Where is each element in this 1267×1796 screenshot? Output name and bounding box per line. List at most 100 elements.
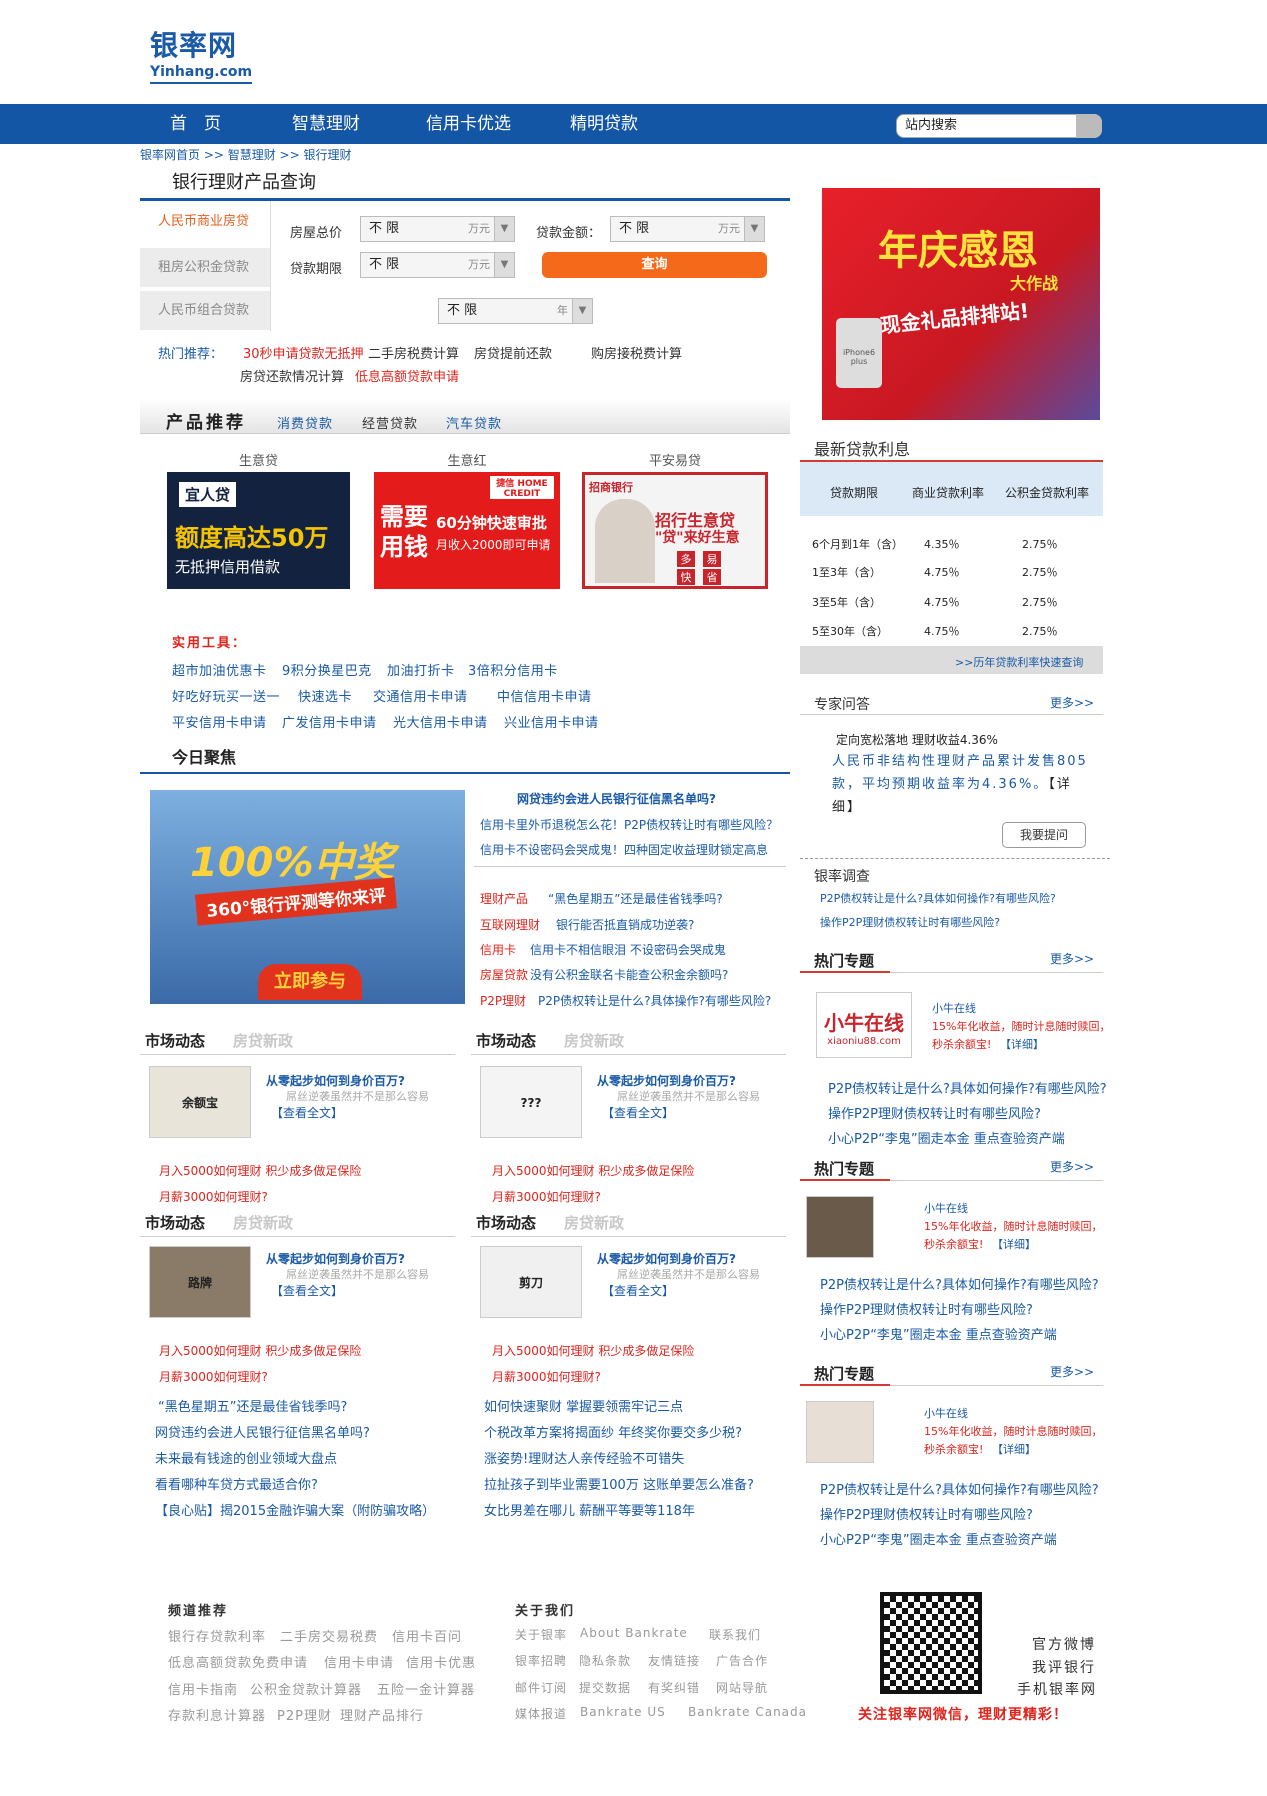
red-link[interactable]: 月薪3000如何理财? — [159, 1188, 268, 1205]
year-select[interactable]: 不 限 年 ▼ — [438, 298, 593, 324]
site-logo[interactable]: 银率网 Yinhang.com — [150, 24, 290, 84]
about-link[interactable]: 有奖纠错 — [648, 1679, 700, 1696]
red-link[interactable]: 月薪3000如何理财? — [492, 1188, 601, 1205]
category-link[interactable]: 信用卡不相信眼泪 不设密码会哭成鬼 — [530, 941, 726, 958]
survey-link[interactable]: P2P债权转让是什么?具体如何操作?有哪些风险? — [820, 890, 1056, 906]
promo-banner-100[interactable]: 100%中奖 360°银行评测等你来评 立即参与 — [150, 790, 465, 1004]
article-thumbnail[interactable]: ??? — [480, 1066, 582, 1138]
tool-link[interactable]: 3倍积分信用卡 — [468, 660, 558, 679]
news-link[interactable]: 信用卡里外币退税怎么花！P2P债权转让时有哪些风险？ — [480, 816, 778, 833]
channel-link[interactable]: 信用卡指南 — [168, 1679, 238, 1698]
nav-home[interactable]: 首 页 — [170, 104, 221, 144]
nav-credit-card[interactable]: 信用卡优选 — [426, 104, 511, 144]
topic-link[interactable]: 操作P2P理财债权转让时有哪些风险? — [820, 1299, 1033, 1318]
about-link[interactable]: 银率招聘 — [515, 1652, 567, 1669]
article-title[interactable]: 从零起步如何到身价百万? — [266, 1250, 405, 1267]
about-link[interactable]: 网站导航 — [716, 1679, 768, 1696]
channel-link[interactable]: 信用卡百问 — [392, 1626, 462, 1645]
topic-link[interactable]: P2P债权转让是什么?具体如何操作?有哪些风险? — [820, 1274, 1099, 1293]
loan-term-select[interactable]: 不 限 万元 ▼ — [360, 252, 515, 278]
house-total-select[interactable]: 不 限 万元 ▼ — [360, 216, 515, 242]
channel-link[interactable]: 信用卡申请 — [324, 1652, 394, 1671]
tab-mortgage-policy[interactable]: 房贷新政 — [233, 1212, 293, 1233]
about-link[interactable]: 友情链接 — [648, 1652, 700, 1669]
category-link[interactable]: 银行能否抵直销成功逆袭? — [556, 916, 694, 933]
headline-link[interactable]: 网贷违约会进人民银行征信黑名单吗? — [517, 790, 716, 807]
tool-link[interactable]: 快速选卡 — [298, 686, 352, 705]
channel-link[interactable]: 理财产品排行 — [340, 1705, 424, 1724]
nav-loans[interactable]: 精明贷款 — [570, 104, 638, 144]
nav-smart-finance[interactable]: 智慧理财 — [292, 104, 360, 144]
query-button[interactable]: 查询 — [542, 252, 767, 278]
tab-combined-loan[interactable]: 人民币组合贷款 — [140, 290, 270, 330]
bottom-link[interactable]: 如何快速聚财 掌握要领需牢记三点 — [484, 1396, 683, 1415]
category-tag[interactable]: 房屋贷款 — [480, 966, 528, 983]
product-banner-cmb[interactable]: 招商银行 招行生意贷 "贷"来好生意 多 易 快 省 — [582, 472, 768, 589]
topics-more-link[interactable]: 更多>> — [1050, 950, 1094, 967]
about-link[interactable]: Bankrate US — [580, 1705, 666, 1719]
category-link[interactable]: “黑色星期五”还是最佳省钱季吗? — [548, 890, 723, 907]
hot-link[interactable]: 房贷提前还款 — [474, 343, 552, 362]
topic-link[interactable]: P2P债权转让是什么?具体如何操作?有哪些风险? — [820, 1479, 1099, 1498]
bottom-link[interactable]: 涨姿势!理财达人亲传经验不可错失 — [484, 1448, 684, 1467]
article-thumbnail[interactable]: 路牌 — [149, 1246, 251, 1318]
red-link[interactable]: 月入5000如何理财 积少成多做足保险 — [159, 1342, 361, 1359]
article-more-link[interactable]: 【查看全文】 — [271, 1282, 343, 1299]
about-link[interactable]: 隐私条款 — [579, 1652, 631, 1669]
bottom-link[interactable]: 个税改革方案将揭面纱 年终奖你要交多少税? — [484, 1422, 742, 1441]
topic-link[interactable]: 小心P2P“李鬼”圈走本金 重点查验资产端 — [820, 1324, 1057, 1343]
hot-link[interactable]: 30秒申请贷款无抵押 — [243, 343, 364, 362]
topic-link[interactable]: 小心P2P“李鬼”圈走本金 重点查验资产端 — [828, 1128, 1065, 1147]
channel-link[interactable]: 公积金贷款计算器 — [250, 1679, 362, 1698]
tool-link[interactable]: 广发信用卡申请 — [282, 712, 377, 731]
hot-link[interactable]: 二手房税费计算 — [368, 343, 459, 362]
channel-link[interactable]: P2P理财 — [277, 1705, 332, 1724]
topic-thumbnail[interactable] — [806, 1401, 874, 1463]
topic-detail-link[interactable]: 【详细】 — [1000, 1036, 1044, 1052]
topic-link[interactable]: 操作P2P理财债权转让时有哪些风险? — [820, 1504, 1033, 1523]
red-link[interactable]: 月入5000如何理财 积少成多做足保险 — [492, 1342, 694, 1359]
bottom-link[interactable]: 【良心贴】揭2015金融诈骗大案（附防骗攻略） — [155, 1500, 435, 1519]
tab-mortgage-policy[interactable]: 房贷新政 — [233, 1030, 293, 1051]
product-banner-yirendai[interactable]: 宜人贷 额度高达50万 无抵押信用借款 — [167, 472, 350, 589]
about-link[interactable]: 邮件订阅 — [515, 1679, 567, 1696]
channel-link[interactable]: 信用卡优惠 — [406, 1652, 476, 1671]
bottom-link[interactable]: 拉扯孩子到毕业需要100万 这账单要怎么准备? — [484, 1474, 754, 1493]
bottom-link[interactable]: 女比男差在哪儿 薪酬平等要等118年 — [484, 1500, 695, 1519]
article-more-link[interactable]: 【查看全文】 — [602, 1104, 674, 1121]
article-more-link[interactable]: 【查看全文】 — [602, 1282, 674, 1299]
about-link[interactable]: 关于银率 — [515, 1626, 567, 1643]
tool-link[interactable]: 加油打折卡 — [387, 660, 455, 679]
topic-thumbnail[interactable] — [806, 1196, 874, 1258]
topic-link[interactable]: 操作P2P理财债权转让时有哪些风险? — [828, 1103, 1041, 1122]
tool-link[interactable]: 中信信用卡申请 — [497, 686, 592, 705]
red-link[interactable]: 月入5000如何理财 积少成多做足保险 — [159, 1162, 361, 1179]
hot-link[interactable]: 低息高额贷款申请 — [355, 366, 459, 385]
bottom-link[interactable]: 未来最有钱途的创业领域大盘点 — [155, 1448, 337, 1467]
breadcrumb[interactable]: 银率网首页 >> 智慧理财 >> 银行理财 — [140, 146, 351, 163]
product-banner-homecredit[interactable]: 需要用钱 60分钟快速审批 月收入2000即可申请 捷信 HOME CREDIT — [374, 472, 560, 589]
article-more-link[interactable]: 【查看全文】 — [271, 1104, 343, 1121]
tab-business-loan[interactable]: 经营贷款 — [362, 413, 418, 432]
loan-amount-select[interactable]: 不 限 万元 ▼ — [610, 216, 765, 242]
news-link[interactable]: 信用卡不设密码会哭成鬼！四种固定收益理财锁定高息 — [480, 841, 768, 858]
category-tag[interactable]: 信用卡 — [480, 941, 516, 958]
about-link[interactable]: 联系我们 — [709, 1626, 761, 1643]
about-link[interactable]: Bankrate Canada — [688, 1705, 807, 1719]
red-link[interactable]: 月入5000如何理财 积少成多做足保险 — [492, 1162, 694, 1179]
about-link[interactable]: 媒体报道 — [515, 1705, 567, 1722]
tool-link[interactable]: 超市加油优惠卡 — [172, 660, 267, 679]
tab-mortgage-policy[interactable]: 房贷新政 — [564, 1030, 624, 1051]
channel-link[interactable]: 五险一金计算器 — [377, 1679, 475, 1698]
topics-more-link[interactable]: 更多>> — [1050, 1158, 1094, 1175]
social-mobile[interactable]: 手机银率网 — [1017, 1679, 1097, 1699]
channel-link[interactable]: 二手房交易税费 — [280, 1626, 378, 1645]
channel-link[interactable]: 银行存贷款利率 — [168, 1626, 266, 1645]
category-link[interactable]: P2P债权转让是什么?具体操作?有哪些风险? — [538, 992, 771, 1009]
article-thumbnail[interactable]: 剪刀 — [480, 1246, 582, 1318]
ad-banner[interactable]: 年庆感恩 大作战 现金礼品排排站! iPhone6 plus — [822, 188, 1100, 420]
red-link[interactable]: 月薪3000如何理财? — [492, 1368, 601, 1385]
tab-mortgage-policy[interactable]: 房贷新政 — [564, 1212, 624, 1233]
expert-more-link[interactable]: 更多>> — [1050, 694, 1094, 711]
social-weibo[interactable]: 官方微博 — [1032, 1634, 1096, 1654]
